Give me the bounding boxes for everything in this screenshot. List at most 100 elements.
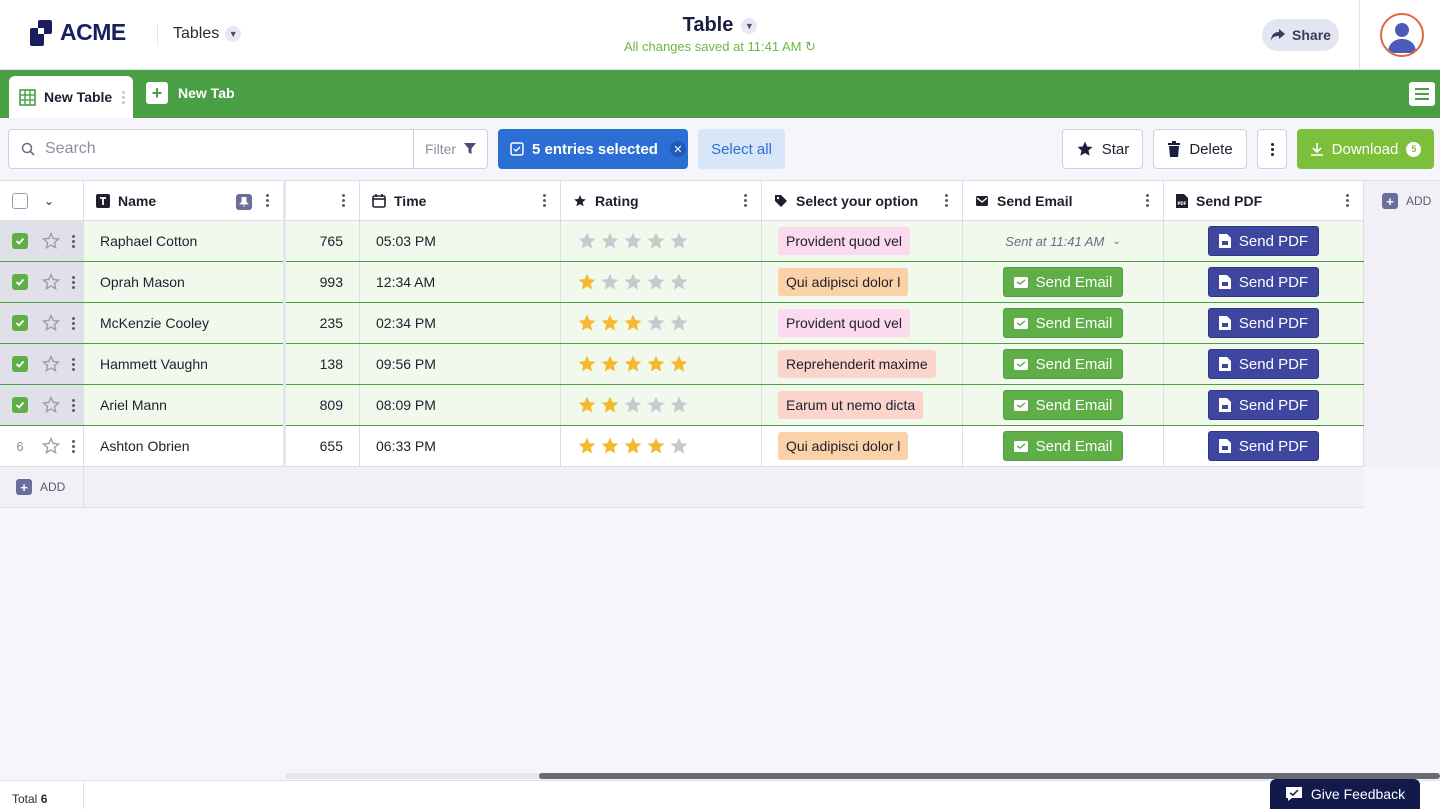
column-header-email[interactable]: Send Email [963, 181, 1164, 221]
star-outline-icon[interactable] [42, 232, 60, 250]
cell-time[interactable]: 02:34 PM [360, 303, 561, 343]
cell-time[interactable]: 12:34 AM [360, 262, 561, 302]
rating-star-icon[interactable] [600, 436, 620, 456]
send-email-button[interactable]: Send Email [1003, 349, 1123, 379]
send-email-button[interactable]: Send Email [1003, 390, 1123, 420]
star-outline-icon[interactable] [42, 396, 60, 414]
table-row[interactable]: McKenzie Cooley 235 02:34 PM Provident q… [0, 303, 1364, 344]
send-pdf-button[interactable]: Send PDF [1208, 267, 1319, 297]
rating-star-icon[interactable] [600, 354, 620, 374]
table-row[interactable]: Oprah Mason 993 12:34 AM Qui adipisci do… [0, 262, 1364, 303]
star-rating[interactable] [561, 231, 689, 251]
column-menu-icon[interactable] [543, 194, 546, 207]
cell-option[interactable]: Provident quod vel [762, 303, 963, 343]
rating-star-icon[interactable] [669, 272, 689, 292]
send-pdf-button[interactable]: Send PDF [1208, 308, 1319, 338]
rating-star-icon[interactable] [623, 231, 643, 251]
tab-new-table[interactable]: New Table [9, 76, 133, 118]
rating-star-icon[interactable] [600, 313, 620, 333]
send-email-button[interactable]: Send Email [1003, 267, 1123, 297]
cell-rating[interactable] [561, 221, 762, 261]
search-input[interactable] [45, 140, 385, 158]
cell-rating[interactable] [561, 303, 762, 343]
rating-star-icon[interactable] [669, 395, 689, 415]
chevron-down-icon[interactable]: ⌄ [44, 194, 54, 208]
select-all-checkbox[interactable] [12, 193, 28, 209]
column-header-number[interactable] [286, 181, 360, 221]
download-button[interactable]: Download 5 [1297, 129, 1434, 169]
cell-number[interactable]: 138 [286, 344, 360, 384]
table-row[interactable]: Ariel Mann 809 08:09 PM Earum ut nemo di… [0, 385, 1364, 426]
column-header-time[interactable]: Time [360, 181, 561, 221]
rating-star-icon[interactable] [577, 395, 597, 415]
star-outline-icon[interactable] [42, 437, 60, 455]
page-title[interactable]: Table [683, 14, 734, 37]
row-menu-icon[interactable] [72, 234, 75, 248]
rating-star-icon[interactable] [646, 395, 666, 415]
option-tag[interactable]: Qui adipisci dolor l [778, 432, 909, 460]
column-header-name[interactable]: Name [84, 181, 284, 221]
column-menu-icon[interactable] [1346, 194, 1349, 207]
table-row[interactable]: Raphael Cotton 765 05:03 PM Provident qu… [0, 221, 1364, 262]
rating-star-icon[interactable] [600, 231, 620, 251]
add-row-button[interactable]: + ADD [0, 467, 84, 507]
row-checkbox[interactable] [12, 397, 28, 413]
star-rating[interactable] [561, 313, 689, 333]
acme-logo[interactable]: ACME [30, 19, 126, 46]
cell-number[interactable]: 655 [286, 426, 360, 466]
star-button[interactable]: Star [1062, 129, 1143, 169]
column-menu-icon[interactable] [1146, 194, 1149, 207]
cell-rating[interactable] [561, 262, 762, 302]
option-tag[interactable]: Qui adipisci dolor l [778, 268, 909, 296]
cell-time[interactable]: 08:09 PM [360, 385, 561, 425]
cell-name[interactable]: Raphael Cotton [84, 221, 284, 261]
cell-time[interactable]: 06:33 PM [360, 426, 561, 466]
rating-star-icon[interactable] [577, 354, 597, 374]
row-checkbox[interactable] [12, 233, 28, 249]
rating-star-icon[interactable] [646, 354, 666, 374]
rating-star-icon[interactable] [623, 395, 643, 415]
star-rating[interactable] [561, 354, 689, 374]
cell-time[interactable]: 05:03 PM [360, 221, 561, 261]
rating-star-icon[interactable] [646, 436, 666, 456]
star-outline-icon[interactable] [42, 273, 60, 291]
row-menu-icon[interactable] [72, 275, 75, 289]
cell-name[interactable]: Hammett Vaughn [84, 344, 284, 384]
clear-selection-icon[interactable]: ✕ [669, 141, 686, 157]
cell-number[interactable]: 993 [286, 262, 360, 302]
column-header-option[interactable]: Select your option [762, 181, 963, 221]
cell-rating[interactable] [561, 385, 762, 425]
option-tag[interactable]: Provident quod vel [778, 227, 910, 255]
rating-star-icon[interactable] [600, 395, 620, 415]
send-email-button[interactable]: Send Email [1003, 308, 1123, 338]
cell-name[interactable]: Ashton Obrien [84, 426, 284, 466]
cell-name[interactable]: McKenzie Cooley [84, 303, 284, 343]
row-checkbox[interactable] [12, 315, 28, 331]
cell-name[interactable]: Ariel Mann [84, 385, 284, 425]
select-all-button[interactable]: Select all [698, 129, 785, 169]
rating-star-icon[interactable] [623, 313, 643, 333]
rating-star-icon[interactable] [623, 436, 643, 456]
row-menu-icon[interactable] [72, 398, 75, 412]
row-menu-icon[interactable] [72, 357, 75, 371]
email-sent-status[interactable]: Sent at 11:41 AM ⌄ [1005, 234, 1120, 249]
cell-number[interactable]: 235 [286, 303, 360, 343]
rating-star-icon[interactable] [669, 231, 689, 251]
more-options-button[interactable] [1257, 129, 1287, 169]
star-rating[interactable] [561, 272, 689, 292]
rating-star-icon[interactable] [577, 313, 597, 333]
rating-star-icon[interactable] [646, 313, 666, 333]
cell-name[interactable]: Oprah Mason [84, 262, 284, 302]
column-header-pdf[interactable]: PDF Send PDF [1164, 181, 1364, 221]
rating-star-icon[interactable] [646, 231, 666, 251]
avatar[interactable] [1380, 13, 1424, 57]
column-menu-icon[interactable] [945, 194, 948, 207]
tab-options-icon[interactable] [122, 90, 126, 104]
column-header-rating[interactable]: Rating [561, 181, 762, 221]
filter-button[interactable]: Filter [413, 129, 488, 169]
star-outline-icon[interactable] [42, 314, 60, 332]
cell-option[interactable]: Qui adipisci dolor l [762, 426, 963, 466]
send-email-button[interactable]: Send Email [1003, 431, 1123, 461]
rating-star-icon[interactable] [600, 272, 620, 292]
pin-icon[interactable] [236, 194, 252, 210]
